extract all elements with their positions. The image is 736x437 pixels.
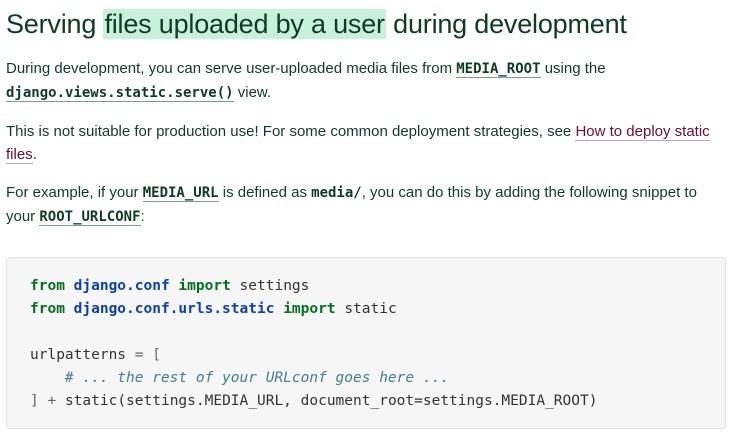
open-bracket: [	[152, 347, 161, 363]
paragraph-text: view.	[233, 84, 272, 101]
code-comment: # ... the rest of your URLconf goes here…	[64, 370, 450, 386]
imported-name: static	[344, 301, 397, 317]
imported-name: settings	[239, 278, 310, 294]
paragraph-text: using the	[540, 60, 606, 77]
heading-text-after: during development	[385, 9, 627, 39]
root-urlconf-code: ROOT_URLCONF	[39, 209, 141, 226]
media-dir-code: media/	[311, 185, 362, 201]
media-url-code: MEDIA_URL	[142, 185, 219, 202]
keyword-import: import	[178, 278, 231, 294]
root-urlconf-setting-link[interactable]: ROOT_URLCONF	[39, 208, 141, 226]
static-serve-view-link[interactable]: django.views.static.serve()	[6, 84, 234, 102]
close-bracket: ]	[30, 393, 39, 409]
operator-plus: +	[47, 393, 57, 409]
code-snippet[interactable]: from django.conf import settings from dj…	[30, 275, 597, 413]
keyword-from: from	[30, 301, 65, 317]
paragraph-text: :	[140, 208, 145, 225]
paragraph-media-root: During development, you can serve user-u…	[6, 57, 730, 105]
module-name: django.conf	[73, 278, 170, 294]
section-heading: Serving files uploaded by a user during …	[6, 4, 627, 44]
paragraph-example: For example, if your MEDIA_URL is define…	[6, 181, 730, 229]
static-call: static(settings.MEDIA_URL, document_root…	[64, 393, 598, 409]
variable-urlpatterns: urlpatterns	[30, 347, 127, 363]
paragraph-text: .	[32, 146, 37, 163]
paragraph-text: For example, if your	[6, 184, 143, 201]
media-root-setting-link[interactable]: MEDIA_ROOT	[456, 60, 541, 78]
media-url-setting-link[interactable]: MEDIA_URL	[142, 184, 219, 202]
paragraph-text: During development, you can serve user-u…	[6, 60, 457, 77]
keyword-import: import	[283, 301, 336, 317]
media-root-code: MEDIA_ROOT	[456, 61, 541, 78]
operator-assign: =	[134, 347, 144, 363]
paragraph-production-warning: This is not suitable for production use!…	[6, 120, 730, 166]
heading-text-before: Serving	[6, 9, 104, 39]
code-snippet-block[interactable]: from django.conf import settings from dj…	[6, 257, 726, 429]
docs-page: Serving files uploaded by a user during …	[0, 0, 736, 437]
paragraph-text: is defined as	[218, 184, 312, 201]
keyword-from: from	[30, 278, 65, 294]
heading-search-highlight: files uploaded by a user	[103, 9, 386, 39]
module-name: django.conf.urls.static	[73, 301, 275, 317]
paragraph-text: This is not suitable for production use!…	[6, 123, 576, 140]
static-serve-code: django.views.static.serve()	[6, 85, 234, 102]
